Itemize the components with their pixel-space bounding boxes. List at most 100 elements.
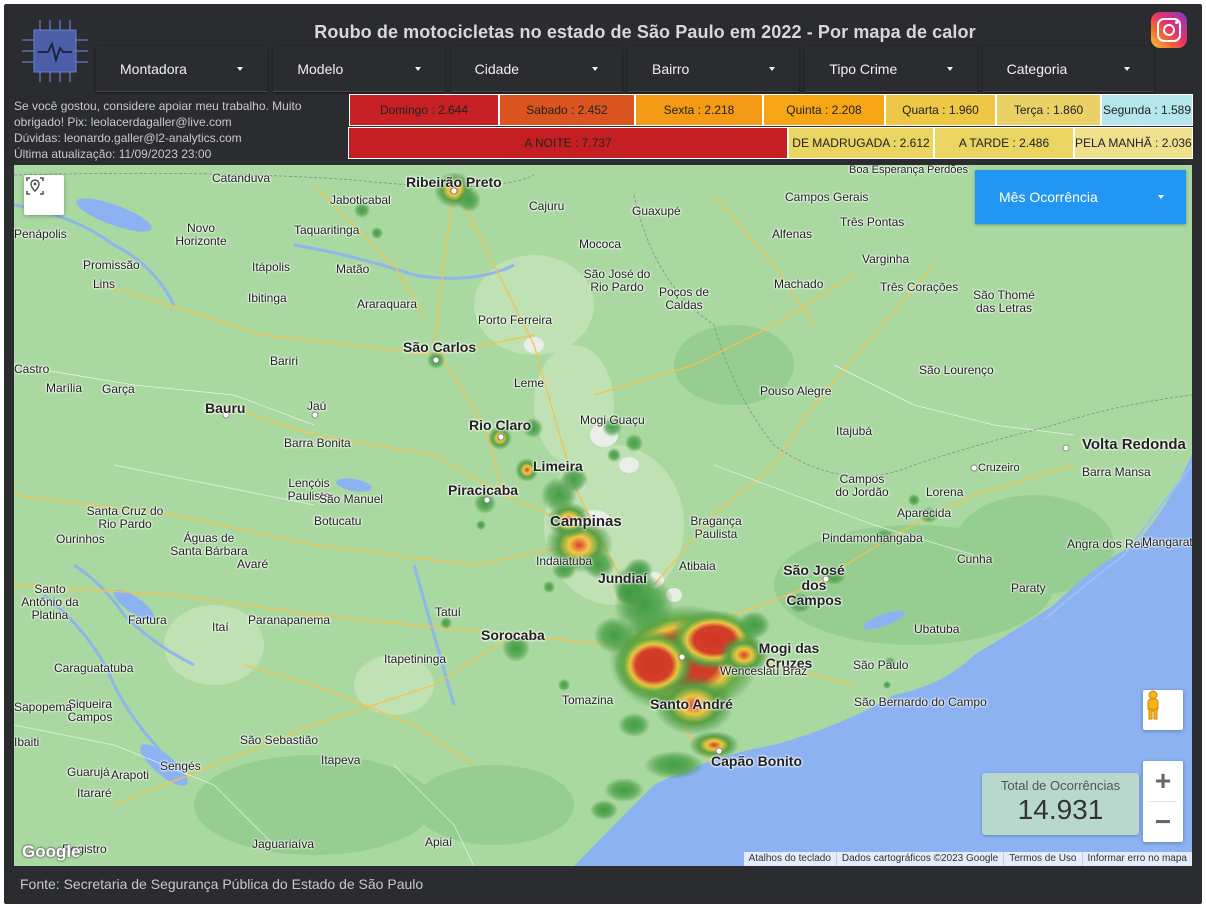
chip-waveform-icon: [20, 18, 90, 84]
map-label: Itapeva: [321, 753, 361, 767]
map-label: Volta Redonda: [1082, 436, 1186, 453]
map-label: Jaboticabal: [330, 193, 391, 207]
filter-label: Tipo Crime: [829, 60, 898, 77]
map-label: São Bernardo do Campo: [854, 695, 987, 709]
map-label: Sapopema: [14, 700, 73, 714]
map-label: Apiaí: [425, 835, 453, 849]
map-label: Bariri: [270, 354, 299, 368]
map-label: Tomazina: [562, 693, 614, 707]
instagram-icon[interactable]: [1151, 12, 1187, 48]
map-label: Atibaia: [679, 559, 716, 573]
filter-montadora[interactable]: Montadora: [96, 46, 268, 92]
filter-tipo-crime[interactable]: Tipo Crime: [805, 46, 977, 92]
map-label: Bragança Paulista: [690, 514, 742, 541]
weekday-cell-sexta[interactable]: Sexta : 2.218: [636, 95, 764, 125]
filter-label: Cidade: [474, 60, 520, 77]
weekday-cell-quinta[interactable]: Quinta : 2.208: [764, 95, 886, 125]
map-label: Indaiatuba: [536, 554, 593, 568]
map-label: Três Pontas: [840, 215, 905, 229]
filter-modelo[interactable]: Modelo: [273, 46, 445, 92]
map-label: Limeira: [533, 458, 583, 474]
attribution-link[interactable]: Atalhos do teclado: [744, 852, 836, 866]
zoom-out-button[interactable]: −: [1143, 802, 1183, 842]
attribution-link[interactable]: Termos de Uso: [1003, 852, 1081, 866]
total-label: Total de Ocorrências: [1000, 778, 1121, 793]
map-label: Taquaritinga: [294, 223, 360, 237]
map-label: Rio Claro: [469, 417, 532, 433]
location-pin-button[interactable]: [24, 175, 64, 215]
info-line: Última atualização: 11/09/2023 23:00: [14, 147, 212, 161]
map-label: Avaré: [237, 557, 269, 571]
zoom-in-button[interactable]: +: [1143, 761, 1183, 801]
attribution-text: Dados cartográficos ©2023 Google: [835, 852, 1003, 866]
period-cell-manha[interactable]: PELA MANHÃ : 2.036: [1075, 128, 1192, 158]
map-label: Araraquara: [357, 297, 418, 311]
info-line: obrigado! Pix: leolacerdagaller@live.com: [14, 115, 232, 129]
map-label: Jaú: [307, 399, 327, 413]
map-label: Jaguariaíva: [252, 837, 315, 851]
weekday-cell-terca[interactable]: Terça : 1.860: [997, 95, 1102, 125]
map-label: Cruzeiro: [978, 462, 1020, 474]
map-label: São Carlos: [403, 339, 477, 355]
map-label: Barra Bonita: [284, 436, 351, 450]
period-cell-tarde[interactable]: A TARDE : 2.486: [935, 128, 1075, 158]
caret-down-icon: [769, 66, 776, 71]
attribution-link[interactable]: Informar erro no mapa: [1081, 852, 1193, 866]
period-cell-noite[interactable]: A NOITE : 7.737: [349, 128, 789, 158]
map-label: Santa Cruz do Rio Pardo: [86, 504, 164, 531]
location-pin-icon: [26, 177, 44, 195]
weekday-cell-sabado[interactable]: Sabado : 2.452: [500, 95, 636, 125]
map-label: Jundiaí: [598, 570, 648, 586]
map-label: Perdões: [927, 165, 968, 176]
map-label: Castro: [14, 362, 50, 376]
info-line: Se você gostou, considere apoiar meu tra…: [14, 99, 302, 113]
heatmap-map[interactable]: Ribeirão Preto Catanduva Jaboticabal Caj…: [14, 165, 1192, 866]
street-view-pegman-button[interactable]: [1143, 690, 1183, 730]
map-label: Matão: [336, 262, 370, 276]
caret-down-icon: [1158, 195, 1164, 199]
total-value: 14.931: [1017, 794, 1104, 825]
map-label: Mangaratiba: [1142, 535, 1192, 549]
caret-down-icon: [237, 66, 244, 71]
map-label: Guarujá: [67, 765, 110, 779]
filter-label: Categoria: [1006, 60, 1068, 77]
map-label: Caraguatatuba: [54, 661, 134, 675]
weekday-bar: Domingo : 2.644 Sabado : 2.452 Sexta : 2…: [349, 94, 1193, 126]
filter-label: Bairro: [651, 60, 690, 77]
page-title: Roubo de motocicletas no estado de São P…: [314, 22, 976, 42]
filter-bairro[interactable]: Bairro: [627, 46, 800, 92]
map-label: Novo Horizonte: [175, 221, 227, 248]
map-label: Guaxupé: [632, 204, 681, 218]
map-label: São Manuel: [319, 492, 384, 506]
month-filter-dropdown[interactable]: Mês Ocorrência: [975, 170, 1186, 224]
map-label: Porto Ferreira: [478, 313, 553, 327]
map-label: Piracicaba: [448, 482, 519, 498]
map-label: Paranapanema: [248, 613, 331, 627]
map-label: Boa Esperança: [849, 165, 925, 176]
map-label: Promissão: [83, 258, 140, 272]
filter-categoria[interactable]: Categoria: [982, 46, 1154, 92]
map-label: Arapoti: [111, 768, 150, 782]
map-label: Tatuí: [435, 605, 462, 619]
weekday-cell-segunda[interactable]: Segunda : 1.589: [1102, 95, 1192, 125]
map-label: Campinas: [550, 513, 622, 530]
period-cell-madrugada[interactable]: DE MADRUGADA : 2.612: [789, 128, 935, 158]
map-label: Poços de Caldas: [658, 285, 710, 312]
total-occurrences-card: Total de Ocorrências 14.931: [982, 773, 1139, 835]
map-label: Alfenas: [772, 227, 813, 241]
map-label: Fartura: [128, 613, 167, 627]
filter-bar: Montadora Modelo Cidade Bairro Tipo Crim…: [96, 46, 1154, 92]
google-logo: Google: [22, 842, 81, 861]
info-text: Se você gostou, considere apoiar meu tra…: [14, 98, 344, 162]
map-label: Leme: [514, 376, 545, 390]
filter-label: Montadora: [120, 60, 187, 77]
filter-cidade[interactable]: Cidade: [450, 46, 622, 92]
map-label: Paraty: [1011, 581, 1046, 595]
map-label: Varginha: [862, 252, 910, 266]
period-bar: A NOITE : 7.737 DE MADRUGADA : 2.612 A T…: [348, 127, 1193, 159]
map-label: Lorena: [926, 485, 964, 499]
weekday-cell-quarta[interactable]: Quarta : 1.960: [886, 95, 997, 125]
map-label: Botucatu: [314, 514, 362, 528]
weekday-cell-domingo[interactable]: Domingo : 2.644: [350, 95, 500, 125]
map-label: Mococa: [579, 237, 622, 251]
